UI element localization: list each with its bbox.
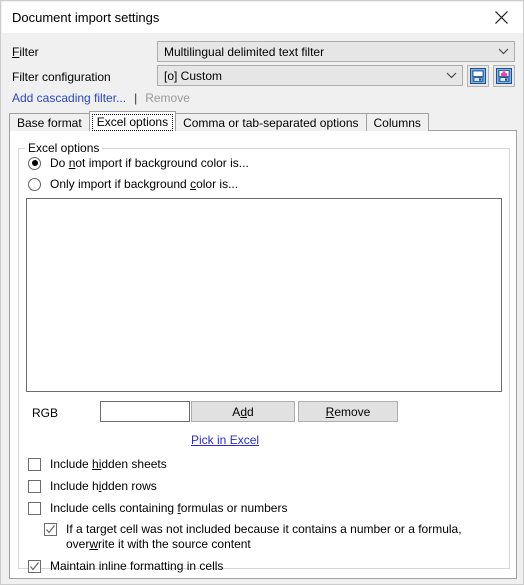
filter-configuration-label: Filter configuration — [12, 70, 111, 84]
pick-in-excel-label: Pick in Excel — [191, 433, 260, 447]
group-title: Excel options — [25, 141, 103, 155]
radio-indicator — [28, 177, 41, 191]
tab-label: Base format — [17, 115, 82, 130]
checkbox-label: Include hidden rows — [50, 479, 157, 493]
checkbox-indicator — [28, 560, 41, 573]
radio-indicator — [28, 156, 41, 170]
filter-configuration-combobox-value: [o] Custom — [164, 68, 223, 83]
checkbox-indicator — [44, 523, 57, 536]
checkbox-label: Maintain inline formatting in cells — [50, 559, 224, 573]
chevron-down-icon — [440, 72, 462, 79]
remove-cascading-filter-link: Remove — [145, 91, 190, 105]
save-as-new-filter-icon — [496, 68, 512, 84]
tab-columns[interactable]: Columns — [365, 113, 429, 131]
tab-label: Excel options — [96, 114, 169, 129]
checkbox-include-hidden-rows[interactable]: Include hidden rows — [28, 479, 157, 494]
tab-excel-options[interactable]: Excel options — [88, 111, 177, 131]
tab-label: Comma or tab-separated options — [183, 115, 359, 130]
filter-combobox-value: Multilingual delimited text filter — [164, 44, 325, 59]
filter-configuration-combobox[interactable]: [o] Custom — [157, 65, 463, 86]
add-cascading-filter-link[interactable]: Add cascading filter... — [12, 91, 126, 105]
background-color-listbox[interactable] — [26, 198, 502, 392]
add-button-label: Add — [232, 404, 254, 419]
filter-label: Filter — [12, 45, 39, 59]
link-separator: | — [134, 91, 138, 105]
checkbox-indicator — [28, 502, 41, 515]
cascading-filter-actions: Add cascading filter... | Remove — [12, 90, 190, 106]
tab-strip: Base format Excel options Comma or tab-s… — [9, 111, 429, 131]
pick-in-excel-link[interactable]: Pick in Excel — [191, 433, 259, 447]
save-filter-settings-button[interactable] — [467, 65, 489, 87]
remove-color-button[interactable]: Remove — [298, 401, 398, 422]
page-title: Document import settings — [12, 10, 160, 25]
tab-comma-or-tab-separated-options[interactable]: Comma or tab-separated options — [175, 113, 367, 131]
remove-button-label: Remove — [325, 404, 371, 419]
save-as-new-filter-settings-button[interactable] — [493, 65, 515, 87]
checkbox-label: If a target cell was not included becaus… — [66, 522, 462, 551]
radio-label: Do not import if background color is... — [50, 156, 249, 170]
checkbox-indicator — [28, 458, 41, 471]
close-button[interactable] — [479, 2, 523, 33]
checkbox-maintain-inline-formatting-in-cells[interactable]: Maintain inline formatting in cells — [28, 559, 223, 574]
radio-label: Only import if background color is... — [50, 177, 239, 191]
rgb-input[interactable] — [100, 401, 190, 422]
radio-do-not-import-if-background-color[interactable]: Do not import if background color is... — [28, 156, 249, 170]
radio-only-import-if-background-color[interactable]: Only import if background color is... — [28, 177, 238, 191]
tab-label: Columns — [373, 115, 421, 130]
filter-combobox[interactable]: Multilingual delimited text filter — [157, 41, 515, 62]
close-icon — [495, 11, 508, 24]
checkbox-label: Include hidden sheets — [50, 457, 167, 471]
checkbox-include-cells-containing-formulas-or-numbers[interactable]: Include cells containing formulas or num… — [28, 501, 287, 516]
tab-base-format[interactable]: Base format — [9, 113, 90, 131]
checkbox-indicator — [28, 480, 41, 493]
document-import-settings-dialog: Document import settings Filter Multilin… — [0, 0, 524, 585]
checkbox-label: Include cells containing formulas or num… — [50, 501, 288, 515]
rgb-label: RGB — [32, 406, 59, 420]
save-filter-icon — [470, 68, 486, 84]
add-color-button[interactable]: Add — [191, 401, 295, 422]
chevron-down-icon — [492, 48, 514, 55]
checkbox-include-hidden-sheets[interactable]: Include hidden sheets — [28, 457, 167, 472]
title-bar: Document import settings — [2, 2, 523, 33]
checkbox-overwrite-target-cell[interactable]: If a target cell was not included becaus… — [44, 522, 504, 552]
